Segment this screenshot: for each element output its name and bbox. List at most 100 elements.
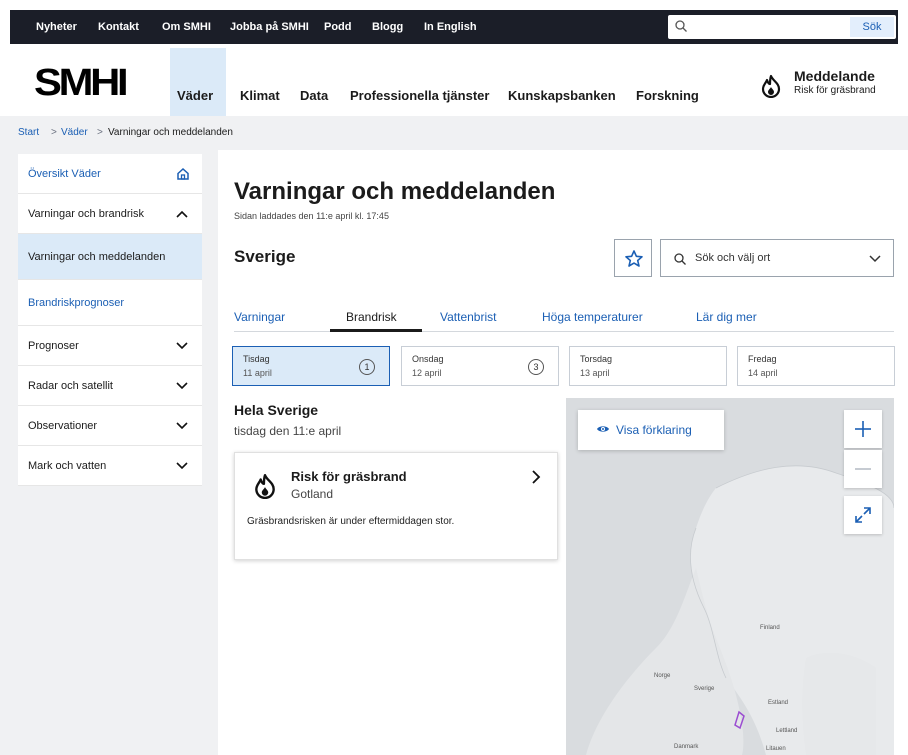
top-search-input[interactable] — [692, 15, 842, 39]
day-date: 13 april — [580, 368, 610, 378]
sidebar-item-varningar-meddelanden[interactable]: Varningar och meddelanden — [18, 234, 202, 280]
active-tab-indicator — [330, 329, 422, 332]
toplink-om-smhi[interactable]: Om SMHI — [162, 10, 211, 44]
tab-varningar[interactable]: Varningar — [234, 310, 285, 324]
chevron-down-icon — [176, 461, 188, 469]
nav-professionella[interactable]: Professionella tjänster — [350, 88, 489, 103]
zoom-out-button[interactable] — [844, 450, 882, 488]
region-date: tisdag den 11:e april — [234, 424, 342, 438]
chevron-down-icon — [869, 255, 881, 263]
region-title: Hela Sverige — [234, 402, 319, 418]
breadcrumb-current: Varningar och meddelanden — [108, 127, 233, 138]
warning-count-badge: 1 — [359, 359, 375, 375]
sidebar: Översikt Väder Varningar och brandrisk V… — [0, 150, 218, 755]
plus-icon — [855, 421, 871, 437]
main-nav: SMHI Väder Klimat Data Professionella tj… — [0, 44, 908, 116]
day-card-torsdag[interactable]: Torsdag 13 april — [569, 346, 727, 386]
toplink-jobba[interactable]: Jobba på SMHI — [230, 10, 309, 44]
sidebar-item-label: Prognoser — [28, 339, 79, 352]
breadcrumb-vader[interactable]: Väder — [61, 127, 88, 138]
page-title: Varningar och meddelanden — [234, 178, 556, 205]
sidebar-item-label: Radar och satellit — [28, 379, 113, 392]
day-card-tisdag[interactable]: Tisdag 11 april 1 — [232, 346, 390, 386]
sidebar-item-label: Brandriskprognoser — [28, 296, 124, 309]
day-name: Tisdag — [243, 354, 270, 364]
toplink-english[interactable]: In English — [424, 10, 477, 44]
map-label-danmark: Danmark — [674, 744, 699, 750]
top-search: Sök — [668, 15, 896, 39]
search-icon — [674, 253, 686, 265]
nav-active-highlight — [170, 48, 226, 116]
sidebar-item-label: Mark och vatten — [28, 459, 107, 472]
sidebar-item-label: Varningar och brandrisk — [28, 207, 144, 220]
smhi-logo[interactable]: SMHI — [34, 62, 129, 105]
favorite-button[interactable] — [614, 239, 652, 277]
map-label-sverige: Sverige — [694, 686, 715, 692]
warning-area: Gotland — [291, 487, 334, 501]
place-search-select[interactable]: Sök och välj ort — [660, 239, 894, 277]
sidebar-item-observationer[interactable]: Observationer — [18, 406, 202, 446]
toplink-nyheter[interactable]: Nyheter — [36, 10, 77, 44]
sidebar-item-label: Observationer — [28, 419, 98, 432]
map-label-finland: Finland — [760, 625, 780, 631]
nav-kunskapsbanken[interactable]: Kunskapsbanken — [508, 88, 616, 103]
top-bar: Nyheter Kontakt Om SMHI Jobba på SMHI Po… — [0, 0, 908, 44]
sidebar-item-oversikt[interactable]: Översikt Väder — [18, 154, 202, 194]
sidebar-item-varningar-brandrisk[interactable]: Varningar och brandrisk — [18, 194, 202, 234]
nav-vader[interactable]: Väder — [177, 88, 213, 103]
day-date: 14 april — [748, 368, 778, 378]
notice-subtitle: Risk för gräsbrand — [794, 85, 876, 96]
home-icon — [177, 167, 189, 180]
tab-vattenbrist[interactable]: Vattenbrist — [440, 310, 496, 324]
breadcrumb-separator: > — [51, 127, 57, 138]
chevron-down-icon — [176, 341, 188, 349]
top-search-button[interactable]: Sök — [850, 17, 894, 37]
loaded-timestamp: Sidan laddades den 11:e april kl. 17:45 — [234, 211, 389, 221]
chevron-right-icon — [532, 470, 541, 484]
fire-icon — [255, 473, 275, 499]
show-legend-label: Visa förklaring — [616, 423, 692, 437]
tab-hoga-temperaturer[interactable]: Höga temperaturer — [542, 310, 643, 324]
breadcrumb-separator: > — [97, 127, 103, 138]
day-date: 12 april — [412, 368, 442, 378]
chevron-down-icon — [176, 421, 188, 429]
warning-count-badge: 3 — [528, 359, 544, 375]
chevron-down-icon — [176, 381, 188, 389]
tab-lar-dig-mer[interactable]: Lär dig mer — [696, 310, 757, 324]
day-name: Fredag — [748, 354, 777, 364]
nav-forskning[interactable]: Forskning — [636, 88, 699, 103]
map-label-estland: Estland — [768, 700, 789, 706]
toplink-podd[interactable]: Podd — [324, 10, 352, 44]
zoom-in-button[interactable] — [844, 410, 882, 448]
show-legend-button[interactable]: Visa förklaring — [578, 410, 724, 450]
sidebar-item-mark-vatten[interactable]: Mark och vatten — [18, 446, 202, 486]
warning-title: Risk för gräsbrand — [291, 469, 407, 484]
place-search-placeholder: Sök och välj ort — [695, 252, 771, 264]
sidebar-item-radar[interactable]: Radar och satellit — [18, 366, 202, 406]
nav-data[interactable]: Data — [300, 88, 328, 103]
tab-brandrisk[interactable]: Brandrisk — [346, 310, 397, 324]
nav-klimat[interactable]: Klimat — [240, 88, 280, 103]
region-heading: Sverige — [234, 247, 296, 266]
map-label-norge: Norge — [654, 673, 671, 679]
tab-bar: Varningar Brandrisk Vattenbrist Höga tem… — [234, 300, 894, 332]
breadcrumb-start[interactable]: Start — [18, 127, 39, 138]
search-icon — [675, 20, 687, 32]
toplink-kontakt[interactable]: Kontakt — [98, 10, 139, 44]
sidebar-item-label: Översikt Väder — [28, 167, 101, 180]
day-card-onsdag[interactable]: Onsdag 12 april 3 — [401, 346, 559, 386]
fullscreen-button[interactable] — [844, 496, 882, 534]
day-card-fredag[interactable]: Fredag 14 april — [737, 346, 895, 386]
map-label-lettland: Lettland — [776, 728, 798, 734]
day-name: Torsdag — [580, 354, 613, 364]
expand-icon — [855, 507, 871, 523]
sidebar-item-label: Varningar och meddelanden — [28, 250, 166, 263]
sidebar-item-prognoser[interactable]: Prognoser — [18, 326, 202, 366]
toplink-blogg[interactable]: Blogg — [372, 10, 403, 44]
eye-icon — [597, 426, 609, 432]
day-date: 11 april — [243, 368, 272, 378]
warning-card[interactable]: Risk för gräsbrand Gotland Gräsbrandsris… — [234, 452, 558, 560]
warning-description: Gräsbrandsrisken är under eftermiddagen … — [247, 516, 455, 527]
sidebar-item-brandriskprognoser[interactable]: Brandriskprognoser — [18, 280, 202, 326]
breadcrumb: Start > Väder > Varningar och meddelande… — [0, 116, 908, 150]
